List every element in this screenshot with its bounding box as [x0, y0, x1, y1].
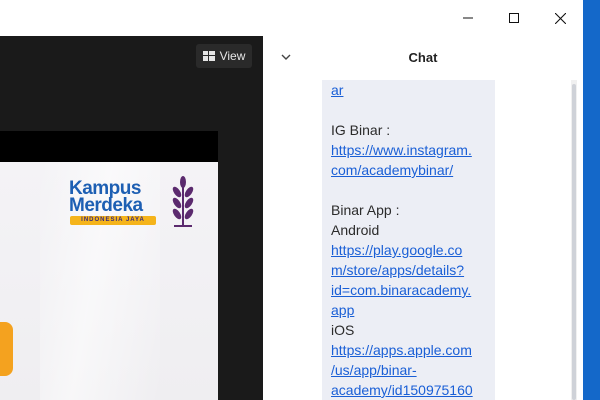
chevron-down-icon[interactable] — [279, 50, 293, 64]
minimize-icon — [463, 17, 473, 19]
chat-link[interactable]: https://www.instagram. — [331, 140, 491, 160]
kampus-merdeka-tagline: INDONESIA JAYA — [70, 216, 156, 225]
maximize-icon — [509, 13, 519, 23]
chat-link[interactable]: academy/id150975160 — [331, 380, 491, 400]
chat-link[interactable]: /us/app/binar- — [331, 360, 491, 380]
maximize-button[interactable] — [491, 0, 537, 36]
chat-line-spacer — [331, 180, 491, 200]
close-icon — [554, 12, 566, 24]
chat-link[interactable]: m/store/apps/details? — [331, 260, 491, 280]
chat-title: Chat — [408, 50, 438, 65]
chat-line-spacer — [331, 100, 491, 120]
chat-text-line: iOS — [331, 322, 355, 338]
grid-view-icon — [202, 51, 215, 61]
chat-text-line: Android — [331, 222, 380, 238]
chat-link[interactable]: app — [331, 300, 491, 320]
shared-slide: Kampus Merdeka INDONESIA JAYA — [0, 162, 218, 400]
chat-text-line: Binar App : — [331, 202, 400, 218]
chat-link[interactable]: ar — [331, 80, 491, 100]
chat-message-text: ar IG Binar : https://www.instagram. com/ac… — [331, 80, 491, 400]
leaf-emblem-icon — [172, 176, 194, 227]
meeting-window: View Kampus Merdeka INDONESIA JAYA Chat … — [0, 0, 583, 400]
title-bar — [0, 0, 583, 36]
kampus-merdeka-logo-line2: Merdeka — [69, 195, 143, 216]
minimize-button[interactable] — [445, 0, 491, 36]
chat-scrollbar-thumb[interactable] — [572, 84, 576, 400]
chat-text-line: IG Binar : — [331, 122, 391, 138]
chat-link[interactable]: com/academybinar/ — [331, 160, 491, 180]
view-button-label: View — [219, 49, 246, 63]
close-button[interactable] — [537, 0, 583, 36]
chat-link[interactable]: id=com.binaracademy. — [331, 280, 491, 300]
chat-link[interactable]: https://play.google.co — [331, 240, 491, 260]
slide-orange-tab — [0, 322, 13, 376]
view-button[interactable]: View — [196, 44, 252, 68]
chat-link[interactable]: https://apps.apple.com — [331, 340, 491, 360]
